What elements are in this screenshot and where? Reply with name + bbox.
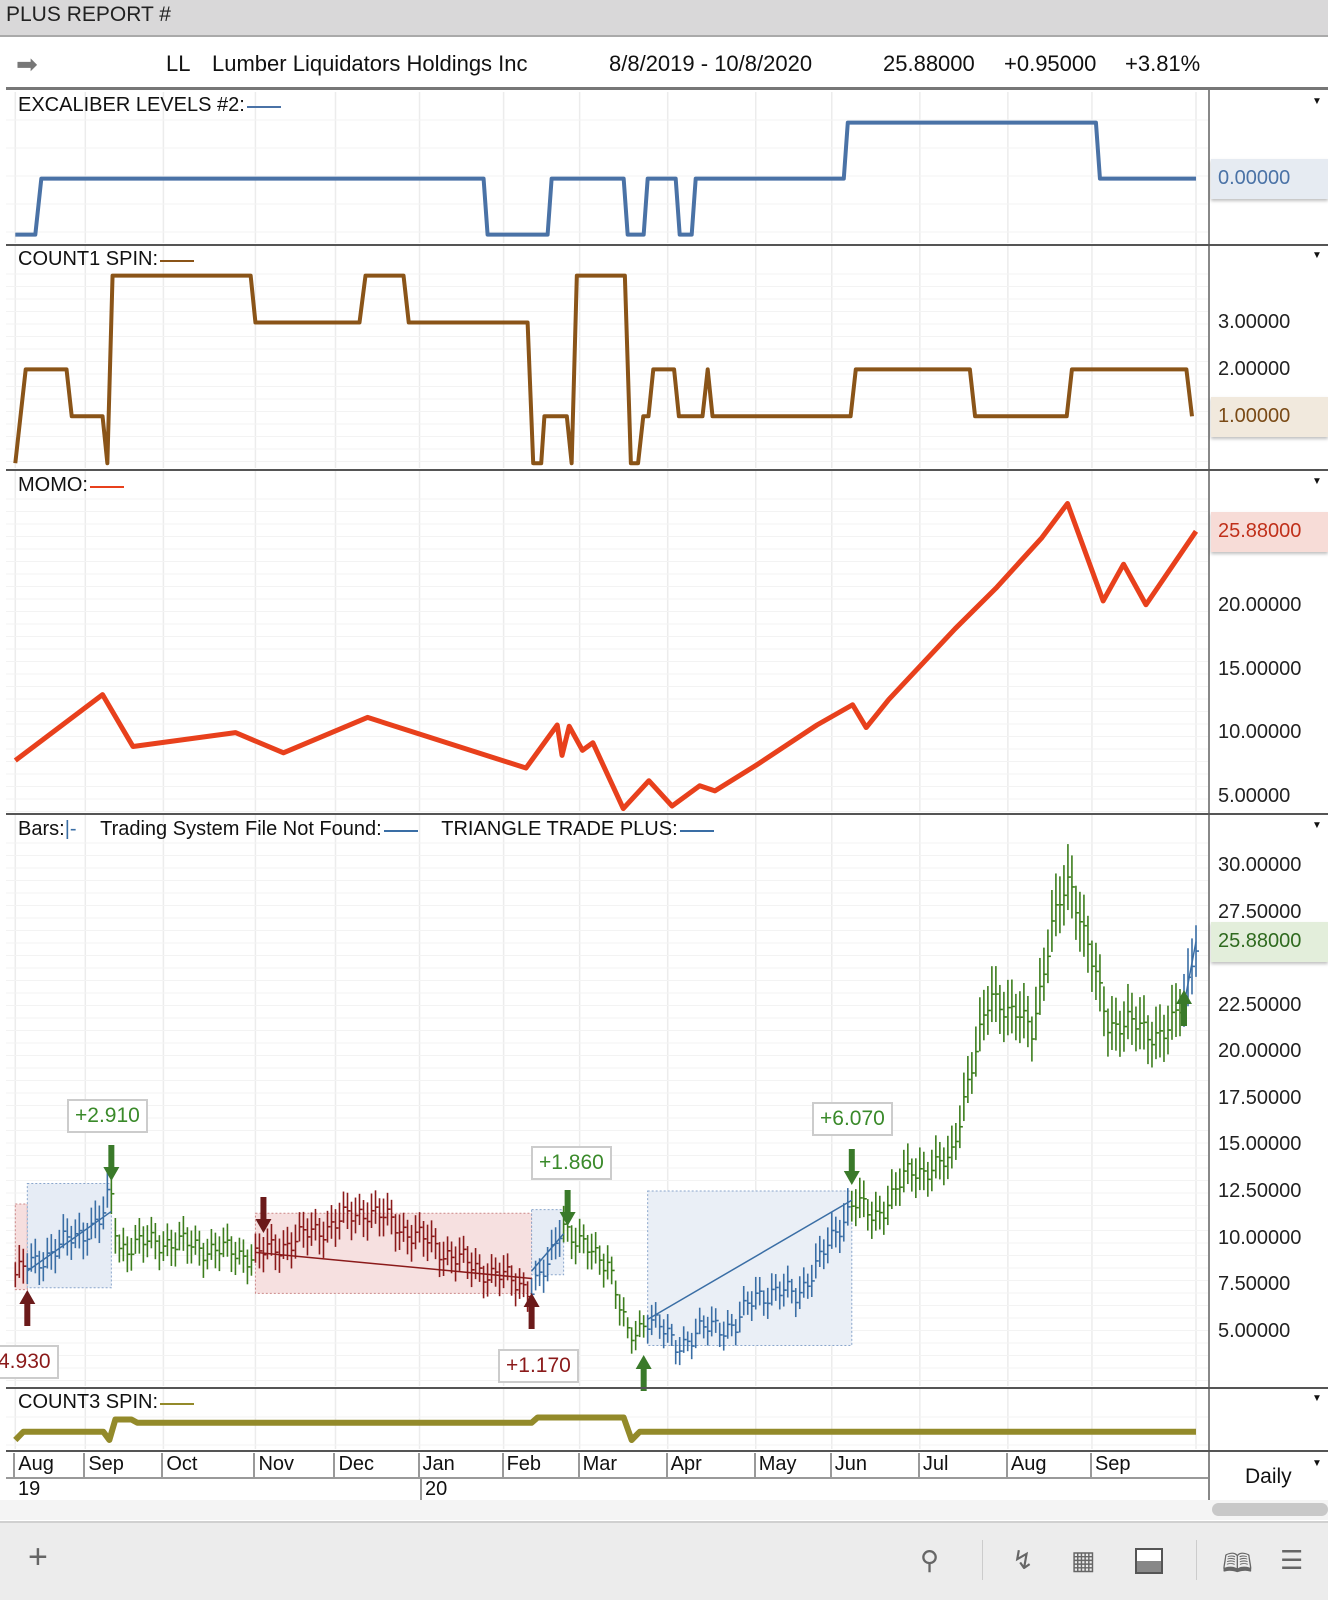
axis-tick: 22.50000 [1218,993,1302,1016]
arrow-up-icon [635,1355,652,1391]
axis-tick: 5.00000 [1218,1319,1291,1342]
year-label: 19 [18,1478,41,1500]
year-label: 20 [420,1478,447,1501]
month-label: May [753,1453,797,1477]
momo-value: 25.88000 [1211,512,1328,552]
month-label: Apr [665,1453,702,1477]
axis-tick: 15.00000 [1218,1133,1302,1156]
axis-tick: 2.00000 [1218,358,1291,380]
trade-box [254,1212,533,1294]
excaliber-line [15,120,1196,237]
chart-line-icon[interactable]: ↯ [1012,1545,1034,1576]
axis-tick: 30.00000 [1218,854,1302,877]
scrollbar-track [0,1500,1328,1520]
trade-profit-label: +1.860 [531,1146,612,1180]
trade-profit-label: +1.170 [498,1349,579,1383]
axis-tick: 20.00000 [1218,594,1302,616]
panel-divider [6,469,1328,471]
month-label: Nov [253,1453,294,1477]
price-value: 25.88000 [1211,922,1328,962]
month-label: Sep [1089,1453,1131,1477]
panel-divider [6,1387,1328,1389]
momo-label: MOMO: [18,474,124,497]
month-label: Feb [501,1453,541,1477]
month-label: Jan [417,1453,455,1477]
month-label: Aug [1005,1453,1046,1477]
trade-profit-label: +2.910 [67,1099,148,1133]
bars-label: Bars:|- Trading System File Not Found: T… [18,818,714,841]
axis-tick: 10.00000 [1218,721,1302,743]
chart-canvas[interactable] [0,0,1328,1600]
axis-separator [1208,90,1210,1500]
month-label: Dec [333,1453,374,1477]
panel-divider [6,244,1328,246]
axis-tick: 15.00000 [1218,658,1302,680]
arrow-down-icon [103,1145,120,1181]
dropdown-icon[interactable]: ▼ [1312,1393,1322,1404]
axis-tick: 10.00000 [1218,1226,1302,1249]
plus-icon[interactable]: + [28,1538,48,1577]
toolbar-separator [982,1540,983,1580]
panel-divider [6,1450,1328,1452]
month-label: Mar [577,1453,617,1477]
month-label: Jul [917,1453,948,1477]
grid-icon[interactable]: ▦ [1071,1545,1096,1576]
dropdown-icon[interactable]: ▼ [1312,820,1322,831]
dropdown-icon[interactable]: ▼ [1312,96,1322,107]
axis-tick: 7.50000 [1218,1273,1291,1296]
axis-divider [6,1477,1208,1479]
axis-tick: 12.50000 [1218,1179,1302,1202]
arrow-up-icon [19,1290,36,1326]
axis-tick: 27.50000 [1218,900,1302,923]
dropdown-icon[interactable]: ▼ [1312,1458,1322,1469]
book-icon[interactable]: 🕮 [1222,1545,1253,1589]
dropdown-icon[interactable]: ▼ [1312,250,1322,261]
trade-box [647,1190,853,1346]
period-select[interactable]: Daily [1245,1465,1292,1489]
search-icon[interactable]: ⚲ [920,1545,939,1576]
count1-label: COUNT1 SPIN: [18,248,195,271]
excaliber-label: EXCALIBER LEVELS #2: [18,94,281,117]
count3-line [13,1414,1196,1443]
scrollbar-thumb[interactable] [1212,1503,1328,1516]
excaliber-value: 0.00000 [1211,159,1328,199]
trade-profit-label: 4.930 [0,1345,59,1379]
trade-box [14,1203,28,1291]
arrow-up-icon [523,1293,540,1329]
axis-tick: 3.00000 [1218,311,1291,333]
count3-label: COUNT3 SPIN: [18,1391,195,1414]
month-label: Jun [829,1453,867,1477]
axis-tick: 17.50000 [1218,1086,1302,1109]
panel-layout-icon[interactable] [1135,1548,1163,1574]
arrow-up-icon [1175,990,1192,1026]
dropdown-icon[interactable]: ▼ [1312,476,1322,487]
menu-icon[interactable]: ☰ [1280,1545,1303,1576]
count1-line [13,273,1194,466]
axis-tick: 5.00000 [1218,785,1291,807]
month-label: Oct [161,1453,198,1477]
trade-profit-label: +6.070 [812,1102,893,1136]
panel-divider [6,813,1328,815]
toolbar-separator [1196,1540,1197,1580]
month-label: Aug [13,1453,54,1477]
bottom-toolbar [0,1521,1328,1600]
count1-value: 1.00000 [1211,397,1328,437]
axis-tick: 20.00000 [1218,1040,1302,1063]
arrow-down-icon [843,1149,860,1185]
month-label: Sep [83,1453,124,1477]
